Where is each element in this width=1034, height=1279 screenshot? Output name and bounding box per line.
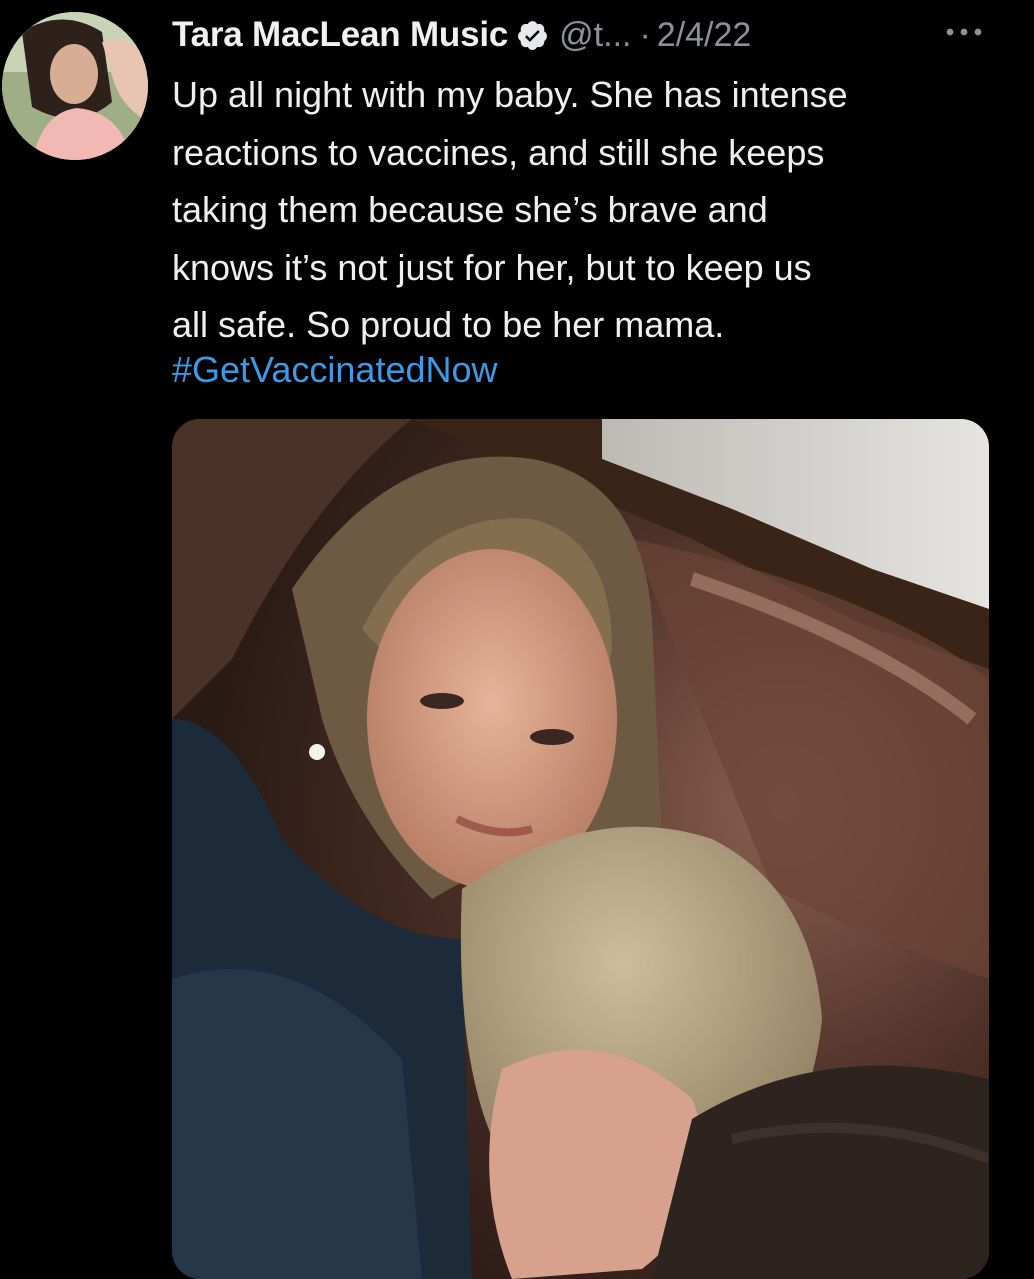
tweet-text-line: Up all night with my baby. She has inten…	[172, 74, 848, 115]
tweet-text-line: taking them because she’s brave and	[172, 189, 768, 230]
tweet-text-line: reactions to vaccines, and still she kee…	[172, 131, 825, 173]
photo-image	[172, 419, 989, 1279]
tweet-date[interactable]: 2/4/22	[657, 16, 752, 55]
tweet[interactable]: Tara MacLean Music @t... · 2/4/22 Up all…	[0, 0, 1034, 1279]
author-display-name[interactable]: Tara MacLean Music	[172, 15, 508, 55]
verified-badge-icon	[516, 19, 549, 52]
hashtag-link[interactable]: #GetVaccinatedNow	[172, 341, 498, 398]
tweet-text: Up all night with my baby. She has inten…	[172, 66, 1012, 354]
tweet-header: Tara MacLean Music @t... · 2/4/22	[172, 10, 751, 60]
profile-avatar[interactable]	[2, 12, 148, 160]
avatar-image	[2, 12, 148, 160]
author-handle[interactable]: @t...	[559, 16, 631, 55]
meta-separator: ·	[639, 15, 651, 54]
tweet-text-line: knows it’s not just for her, but to keep…	[172, 246, 812, 288]
tweet-photo[interactable]	[172, 419, 989, 1279]
more-horizontal-icon[interactable]	[944, 22, 984, 42]
